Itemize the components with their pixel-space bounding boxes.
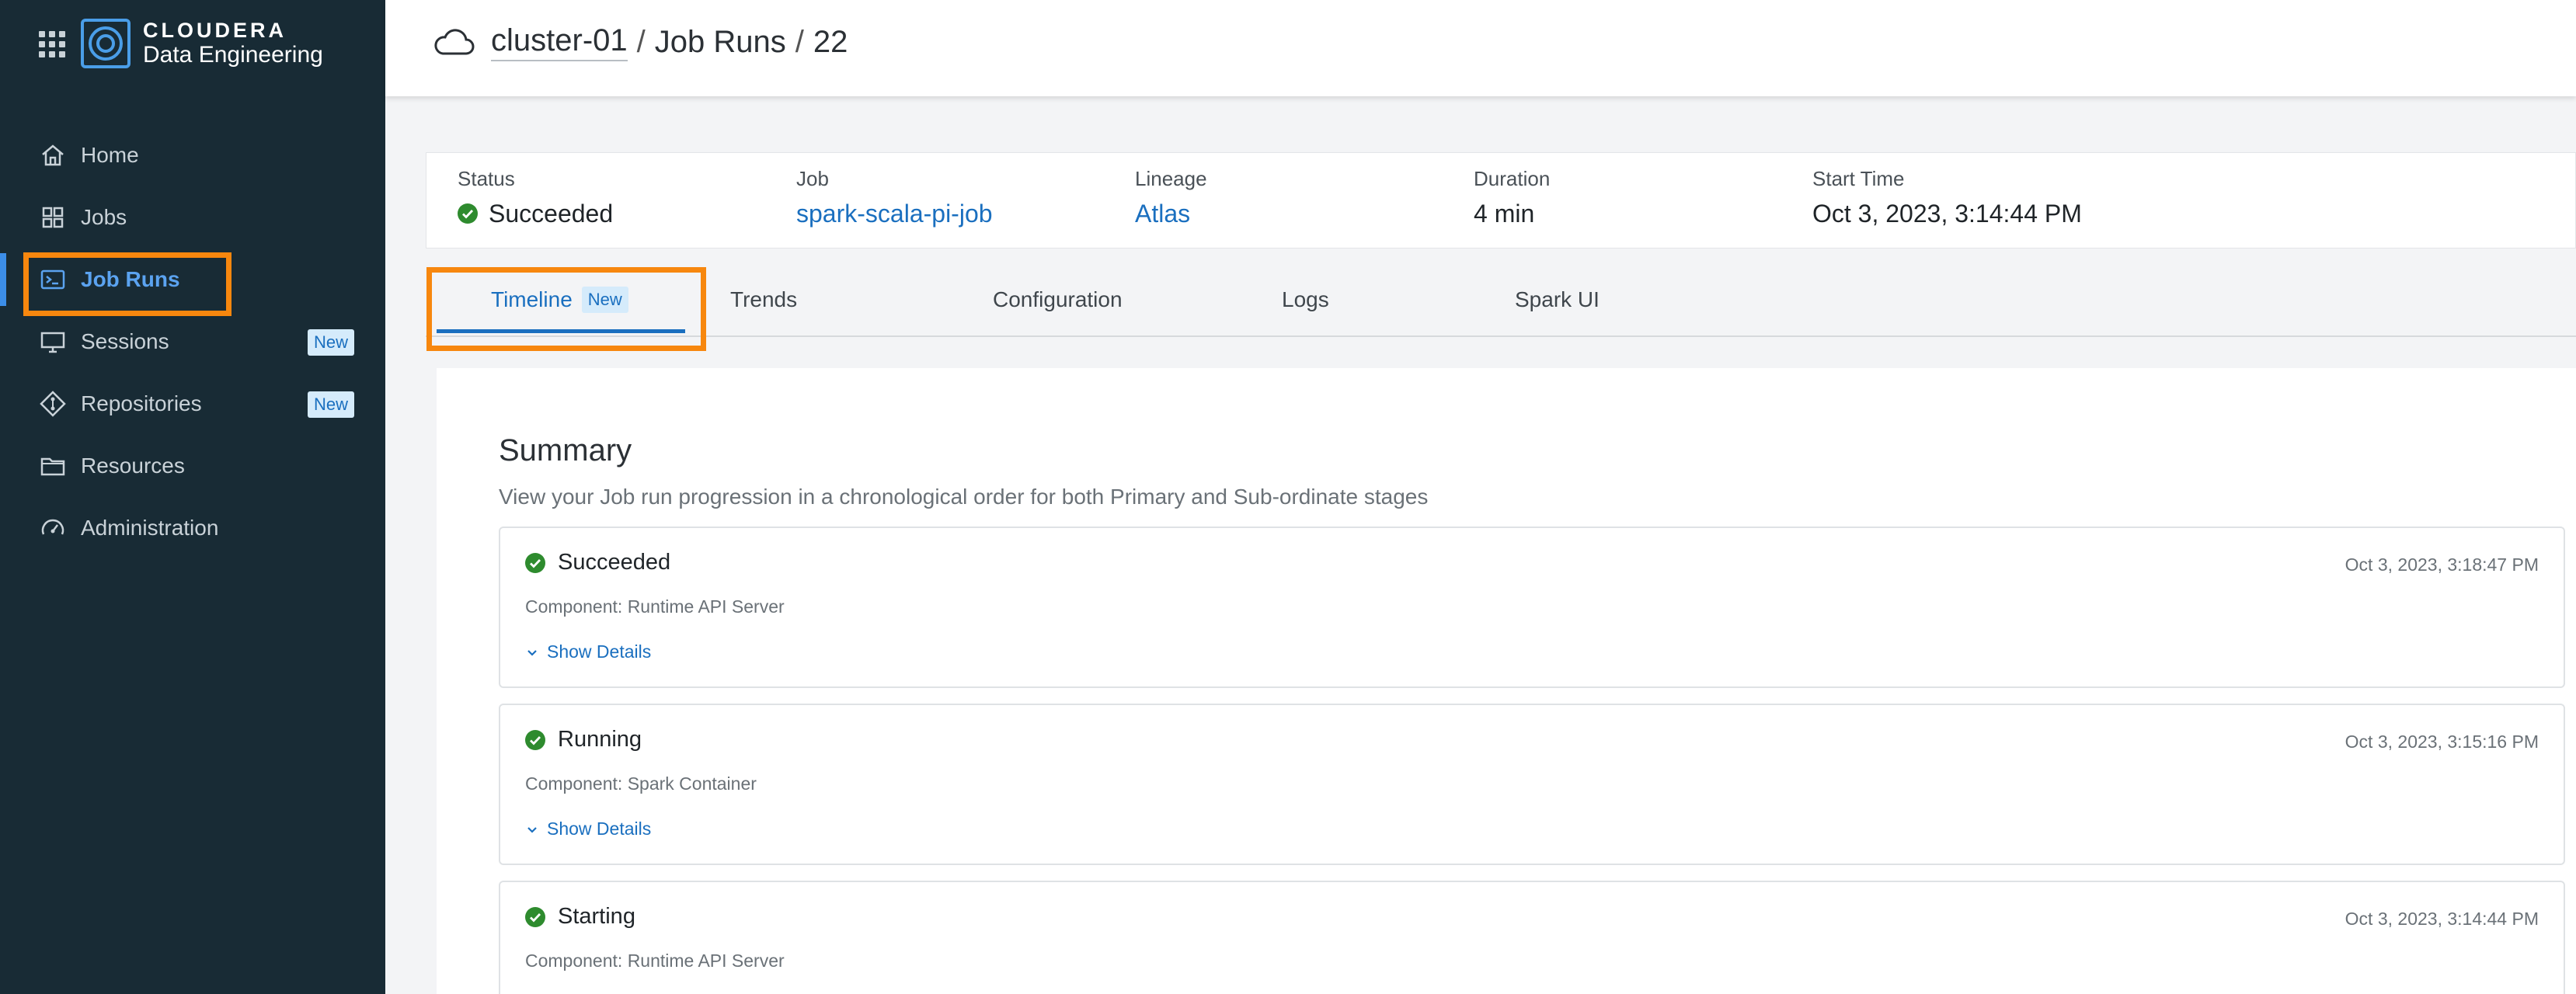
sidebar-item-resources[interactable]: Resources [0, 435, 385, 497]
show-details-toggle[interactable]: Show Details [525, 641, 651, 662]
timeline-panel: Summary View your Job run progression in… [437, 368, 2576, 994]
lineage-link[interactable]: Atlas [1135, 198, 1207, 229]
event-status: Succeeded [558, 550, 671, 575]
highlight-box-timeline [426, 267, 706, 351]
breadcrumb-cluster-link[interactable]: cluster-01 [491, 23, 628, 61]
event-status: Starting [558, 904, 635, 929]
cloudera-logo-icon [81, 19, 131, 68]
tab-configuration[interactable]: Configuration [993, 284, 1123, 315]
sidebar-item-label: Home [81, 143, 139, 167]
breadcrumb-separator: / [636, 25, 646, 59]
monitor-icon [39, 328, 67, 356]
info-label: Job [796, 167, 829, 190]
tab-label: Trends [730, 287, 798, 311]
breadcrumb-separator: / [795, 25, 804, 59]
info-label: Status [458, 167, 515, 190]
info-duration: Duration 4 min [1474, 167, 1550, 229]
show-details-label: Show Details [547, 818, 652, 839]
event-status: Running [558, 727, 642, 752]
sidebar-item-label: Sessions [81, 329, 169, 353]
top-bar: cluster-01 / Job Runs / 22 [385, 0, 2576, 96]
summary-title: Summary [499, 433, 632, 467]
home-icon [39, 141, 67, 169]
start-time-value: Oct 3, 2023, 3:14:44 PM [1812, 200, 2082, 228]
info-start-time: Start Time Oct 3, 2023, 3:14:44 PM [1812, 167, 2082, 229]
tab-trends[interactable]: Trends [730, 284, 797, 315]
timeline-event: Succeeded Oct 3, 2023, 3:18:47 PM Compon… [499, 527, 2565, 688]
sidebar: CLOUDERA Data Engineering Home Jobs Job … [0, 0, 385, 994]
cloud-icon [434, 28, 475, 54]
breadcrumb-run-id: 22 [813, 25, 848, 59]
check-circle-icon [525, 906, 545, 927]
sidebar-item-label: Administration [81, 516, 219, 540]
summary-description: View your Job run progression in a chron… [499, 485, 1429, 509]
run-info-bar: Status Succeeded Job spark-scala-pi-job … [426, 152, 2576, 248]
event-component: Component: Runtime API Server [525, 596, 785, 617]
tab-bar: Timeline New Trends Configuration Logs S… [426, 264, 2576, 337]
new-badge: New [307, 391, 354, 418]
info-lineage: Lineage Atlas [1135, 167, 1207, 229]
info-status: Status Succeeded [458, 167, 613, 229]
sidebar-item-label: Jobs [81, 205, 127, 229]
status-value: Succeeded [489, 200, 614, 228]
tab-label: Configuration [993, 287, 1123, 311]
info-value: Succeeded [458, 198, 613, 229]
sidebar-item-repositories[interactable]: Repositories New [0, 373, 385, 435]
folder-icon [39, 452, 67, 480]
check-circle-icon [525, 552, 545, 573]
tab-label: Logs [1282, 287, 1329, 311]
brand-product: Data Engineering [143, 42, 323, 68]
event-time: Oct 3, 2023, 3:14:44 PM [2345, 909, 2539, 929]
event-time: Oct 3, 2023, 3:15:16 PM [2345, 732, 2539, 752]
event-header: Running [525, 727, 642, 752]
show-details-label: Show Details [547, 641, 652, 662]
git-icon [39, 390, 67, 418]
sidebar-item-home[interactable]: Home [0, 124, 385, 186]
timeline-event: Starting Oct 3, 2023, 3:14:44 PM Compone… [499, 881, 2565, 994]
timeline-event: Running Oct 3, 2023, 3:15:16 PM Componen… [499, 704, 2565, 865]
duration-value: 4 min [1474, 200, 1535, 228]
info-job: Job spark-scala-pi-job [796, 167, 993, 229]
sidebar-item-label: Repositories [81, 391, 202, 415]
breadcrumb-job-runs-link[interactable]: Job Runs [655, 25, 786, 60]
info-label: Lineage [1135, 167, 1207, 190]
event-component: Component: Runtime API Server [525, 951, 785, 971]
breadcrumb: cluster-01 / Job Runs / 22 [432, 23, 848, 61]
brand-name: CLOUDERA [143, 19, 287, 42]
chevron-down-icon [527, 826, 537, 833]
show-details-toggle[interactable]: Show Details [525, 818, 651, 839]
tab-spark-ui[interactable]: Spark UI [1515, 284, 1600, 315]
info-label: Start Time [1812, 167, 1905, 190]
check-circle-icon [458, 203, 478, 224]
chevron-down-icon [527, 649, 537, 656]
grid-icon [39, 203, 67, 231]
highlight-box-job-runs [23, 252, 231, 316]
event-header: Succeeded [525, 550, 670, 575]
event-header: Starting [525, 904, 635, 930]
event-component: Component: Spark Container [525, 773, 757, 794]
info-label: Duration [1474, 167, 1551, 190]
sidebar-nav: Home Jobs Job Runs Sessions New Reposito… [0, 124, 385, 559]
sidebar-item-sessions[interactable]: Sessions New [0, 311, 385, 373]
new-badge: New [307, 329, 354, 356]
sidebar-item-jobs[interactable]: Jobs [0, 186, 385, 248]
tab-label: Spark UI [1515, 287, 1600, 311]
check-circle-icon [525, 729, 545, 750]
brand: CLOUDERA Data Engineering [143, 19, 323, 68]
gauge-icon [39, 514, 67, 542]
tab-logs[interactable]: Logs [1282, 284, 1329, 315]
sidebar-item-label: Resources [81, 454, 185, 478]
apps-grid-icon[interactable] [39, 31, 65, 57]
job-link[interactable]: spark-scala-pi-job [796, 198, 993, 229]
sidebar-item-administration[interactable]: Administration [0, 497, 385, 559]
event-time: Oct 3, 2023, 3:18:47 PM [2345, 554, 2539, 575]
